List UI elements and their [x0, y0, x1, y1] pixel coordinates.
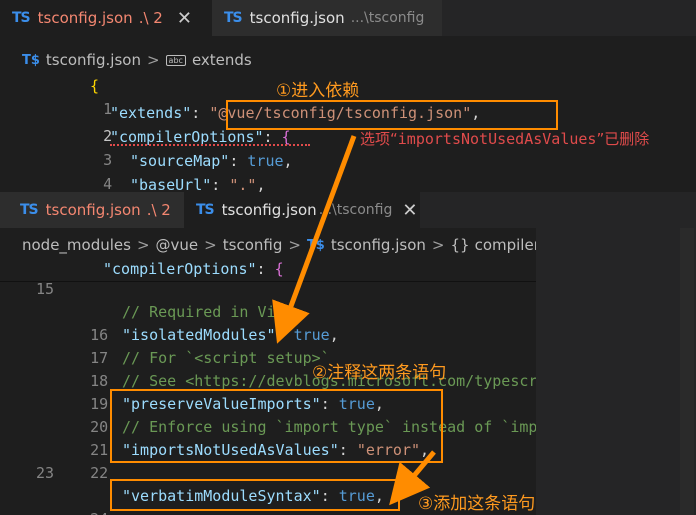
arrow-step1 [272, 135, 357, 344]
arrow-step3 [389, 450, 436, 506]
annotation-arrows [272, 135, 436, 506]
